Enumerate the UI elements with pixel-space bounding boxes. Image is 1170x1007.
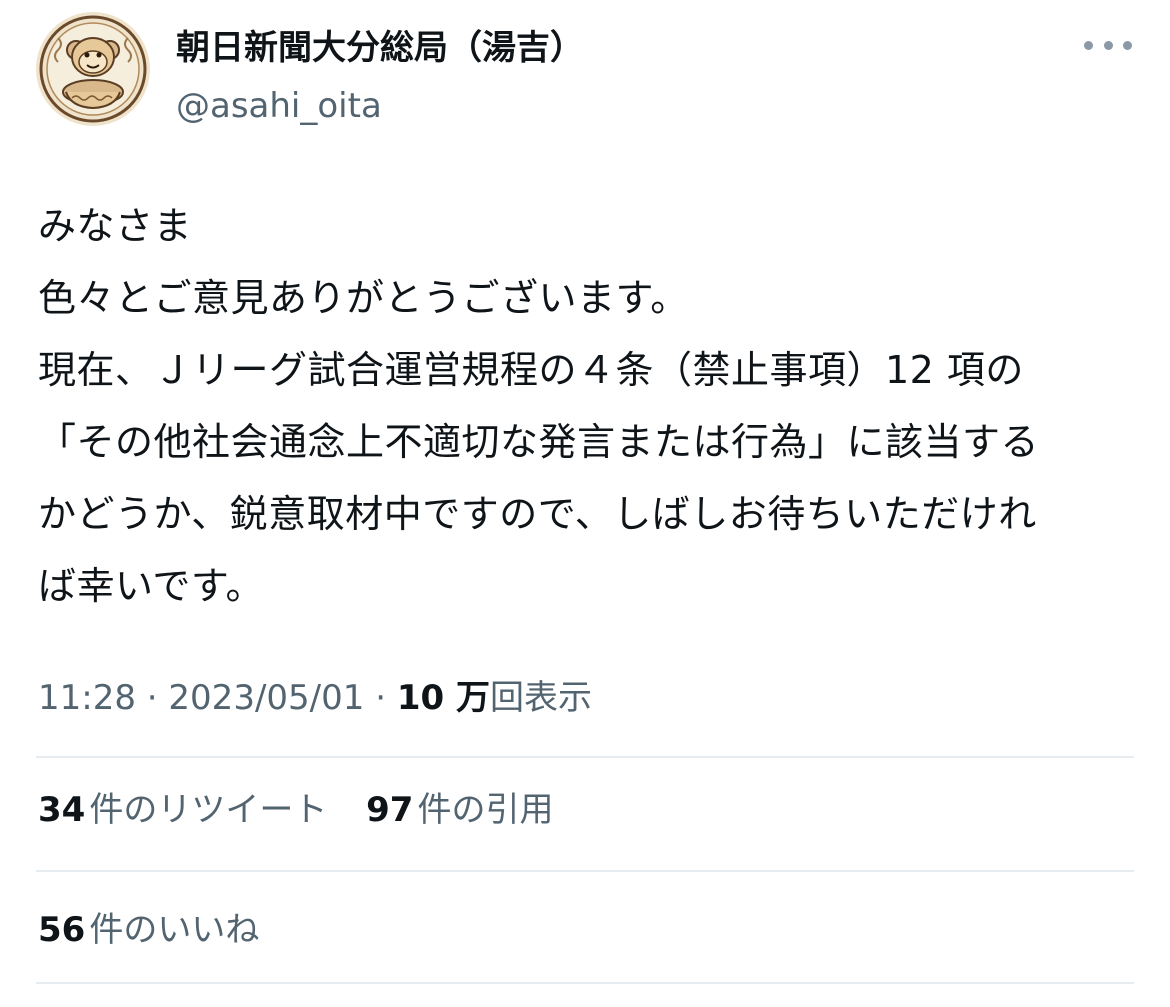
tweet-text-line: かどうか、鋭意取材中ですので、しばしお待ちいただけれ xyxy=(38,492,1037,536)
meta-separator: · xyxy=(364,678,397,718)
more-horizontal-icon[interactable] xyxy=(1084,30,1132,60)
more-dot xyxy=(1084,40,1093,50)
tweet-text: みなさま 色々とご意見ありがとうございます。 現在、Ｊリーグ試合運営規程の４条（… xyxy=(38,190,1138,622)
views-count: 10 万 xyxy=(396,678,490,718)
tweet-text-line: 「その他社会通念上不適切な発言または行為」に該当する xyxy=(38,420,1040,464)
views-label: 回表示 xyxy=(489,678,592,718)
tweet-text-line: ば幸いです。 xyxy=(38,564,265,608)
likes-count: 56 xyxy=(38,910,86,950)
retweets-label: 件のリツイート xyxy=(89,790,328,830)
author-name[interactable]: 朝日新聞大分総局（湯吉） xyxy=(176,28,584,68)
retweets-count: 34 xyxy=(38,790,86,830)
tweet-meta: 11:28 · 2023/05/01 · 10 万回表示 xyxy=(38,670,592,726)
tweet-text-line: みなさま xyxy=(38,204,193,248)
tweet-text-line: 現在、Ｊリーグ試合運営規程の４条（禁止事項）12 項の xyxy=(38,348,1024,392)
tweet-detail: 朝日新聞大分総局（湯吉） @asahi_oita みなさま 色々とご意見ありがと… xyxy=(0,0,1170,1007)
tweet-date[interactable]: 2023/05/01 xyxy=(168,678,364,718)
quotes-label: 件の引用 xyxy=(417,790,554,830)
more-dot xyxy=(1123,40,1132,50)
divider xyxy=(36,870,1134,872)
tweet-header: 朝日新聞大分総局（湯吉） @asahi_oita xyxy=(36,12,1136,128)
likes-label: 件のいいね xyxy=(89,910,260,950)
tweet-text-line: 色々とご意見ありがとうございます。 xyxy=(38,276,689,320)
quotes-count: 97 xyxy=(366,790,414,830)
retweets-link[interactable]: 34 件のリツイート xyxy=(38,782,327,838)
likes-link[interactable]: 56 件のいいね xyxy=(38,902,259,958)
divider xyxy=(36,982,1134,984)
more-dot xyxy=(1103,40,1113,50)
monkey-avatar-icon[interactable] xyxy=(36,12,150,126)
engagement-stats-row: 34 件のリツイート 97 件の引用 xyxy=(38,782,581,838)
divider xyxy=(36,756,1134,758)
author-handle[interactable]: @asahi_oita xyxy=(176,86,382,126)
meta-separator: · xyxy=(135,678,169,718)
tweet-time[interactable]: 11:28 xyxy=(38,678,136,718)
quotes-link[interactable]: 97 件の引用 xyxy=(366,782,553,838)
likes-stats-row: 56 件のいいね xyxy=(38,902,287,958)
